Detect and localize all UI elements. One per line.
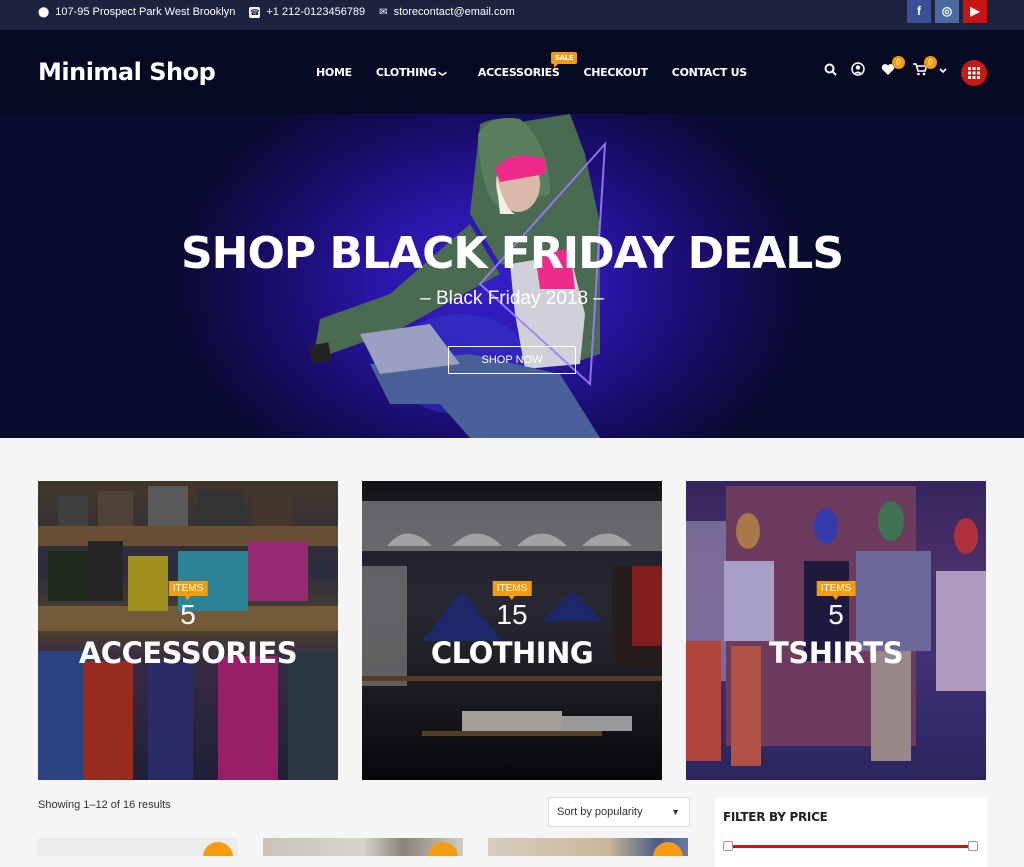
- result-count: Showing 1–12 of 16 results: [38, 799, 171, 811]
- nav-clothing[interactable]: CLOTHING ❯: [375, 66, 448, 79]
- nav-contact-label: CONTACT US: [671, 66, 747, 79]
- email-item[interactable]: ✉ storecontact@email.com: [379, 6, 515, 18]
- nav-home-label: HOME: [316, 66, 352, 79]
- category-name: ACCESSORIES: [78, 636, 298, 670]
- sale-badge-circle: [653, 842, 683, 856]
- items-badge: ITEMS: [168, 581, 208, 600]
- nav-clothing-label: CLOTHING: [375, 66, 437, 79]
- price-slider-track[interactable]: [729, 845, 974, 848]
- nav-checkout[interactable]: CHECKOUT: [583, 66, 649, 79]
- cart-icon[interactable]: 0: [913, 55, 937, 79]
- sale-badge-circle: [428, 842, 458, 856]
- category-count: 5: [828, 599, 844, 630]
- sale-badge-circle: [203, 842, 233, 856]
- site-logo[interactable]: Minimal Shop: [38, 58, 216, 86]
- grid-menu-button[interactable]: [961, 60, 987, 86]
- items-badge: ITEMS: [492, 581, 532, 600]
- facebook-icon[interactable]: f: [907, 0, 931, 23]
- address-text: 107-95 Prospect Park West Brooklyn: [55, 6, 236, 18]
- phone-text[interactable]: +1 212-0123456789: [266, 6, 365, 18]
- header-actions: 0 0: [824, 55, 947, 79]
- grid-icon: [968, 67, 980, 79]
- top-bar: ⬤ 107-95 Prospect Park West Brooklyn ☎ +…: [0, 0, 1024, 30]
- main-nav: HOME CLOTHING ❯ ACCESSORIES SALE CHECKOUT …: [316, 52, 747, 79]
- items-badge: ITEMS: [816, 581, 856, 600]
- youtube-icon[interactable]: ▶: [963, 0, 987, 23]
- cart-count: 0: [924, 55, 937, 69]
- sort-select[interactable]: Sort by popularity ▼: [548, 797, 690, 827]
- nav-home[interactable]: HOME: [316, 66, 352, 79]
- nav-contact-us[interactable]: CONTACT US: [672, 66, 747, 79]
- envelope-icon: ✉: [379, 6, 388, 18]
- hero-banner: SHOP BLACK FRIDAY DEALS – Black Friday 2…: [0, 114, 1024, 438]
- chevron-down-icon: ❯: [438, 70, 448, 77]
- category-card-accessories[interactable]: ITEMS 5 ACCESSORIES: [38, 481, 338, 780]
- category-name: TSHIRTS: [769, 636, 903, 670]
- sort-selected-value: Sort by popularity: [557, 806, 643, 818]
- nav-checkout-label: CHECKOUT: [583, 66, 649, 79]
- address-item: ⬤ 107-95 Prospect Park West Brooklyn: [38, 6, 235, 18]
- instagram-icon[interactable]: ◎: [935, 0, 959, 23]
- sale-badge: SALE: [550, 52, 578, 68]
- category-count: 15: [496, 599, 528, 630]
- hero-title: SHOP BLACK FRIDAY DEALS: [180, 228, 844, 279]
- email-text[interactable]: storecontact@email.com: [394, 6, 515, 18]
- product-card[interactable]: [38, 838, 238, 856]
- category-card-tshirts[interactable]: ITEMS 5 TSHIRTS: [686, 481, 986, 780]
- product-card[interactable]: [488, 838, 688, 856]
- nav-accessories[interactable]: ACCESSORIES SALE: [477, 52, 578, 79]
- site-header: Minimal Shop HOME CLOTHING ❯ ACCESSORIES S…: [0, 30, 1024, 114]
- hero-subtitle: – Black Friday 2018 –: [420, 288, 604, 309]
- product-card[interactable]: [263, 838, 463, 856]
- map-marker-icon: ⬤: [38, 6, 50, 18]
- filter-title: FILTER BY PRICE: [723, 810, 828, 824]
- phone-item[interactable]: ☎ +1 212-0123456789: [249, 6, 365, 18]
- shop-now-button[interactable]: SHOP NOW: [448, 346, 576, 374]
- search-icon[interactable]: [824, 63, 837, 79]
- wishlist-heart-icon[interactable]: 0: [881, 55, 905, 79]
- wishlist-count: 0: [892, 55, 905, 69]
- nav-accessories-label: ACCESSORIES: [477, 66, 560, 79]
- contact-info: ⬤ 107-95 Prospect Park West Brooklyn ☎ +…: [38, 0, 515, 24]
- cart-dropdown-chevron-icon[interactable]: [939, 65, 947, 77]
- category-card-clothing[interactable]: ITEMS 15 CLOTHING: [362, 481, 662, 780]
- filter-by-price-widget: FILTER BY PRICE: [715, 797, 987, 867]
- phone-icon: ☎: [249, 6, 261, 18]
- user-account-icon[interactable]: [851, 62, 865, 79]
- social-links: f ◎ ▶: [907, 0, 987, 23]
- price-slider-min-handle[interactable]: [723, 841, 733, 851]
- category-name: CLOTHING: [430, 636, 594, 670]
- category-count: 5: [180, 599, 196, 630]
- dropdown-arrow-icon: ▼: [671, 807, 680, 817]
- price-slider-max-handle[interactable]: [968, 841, 978, 851]
